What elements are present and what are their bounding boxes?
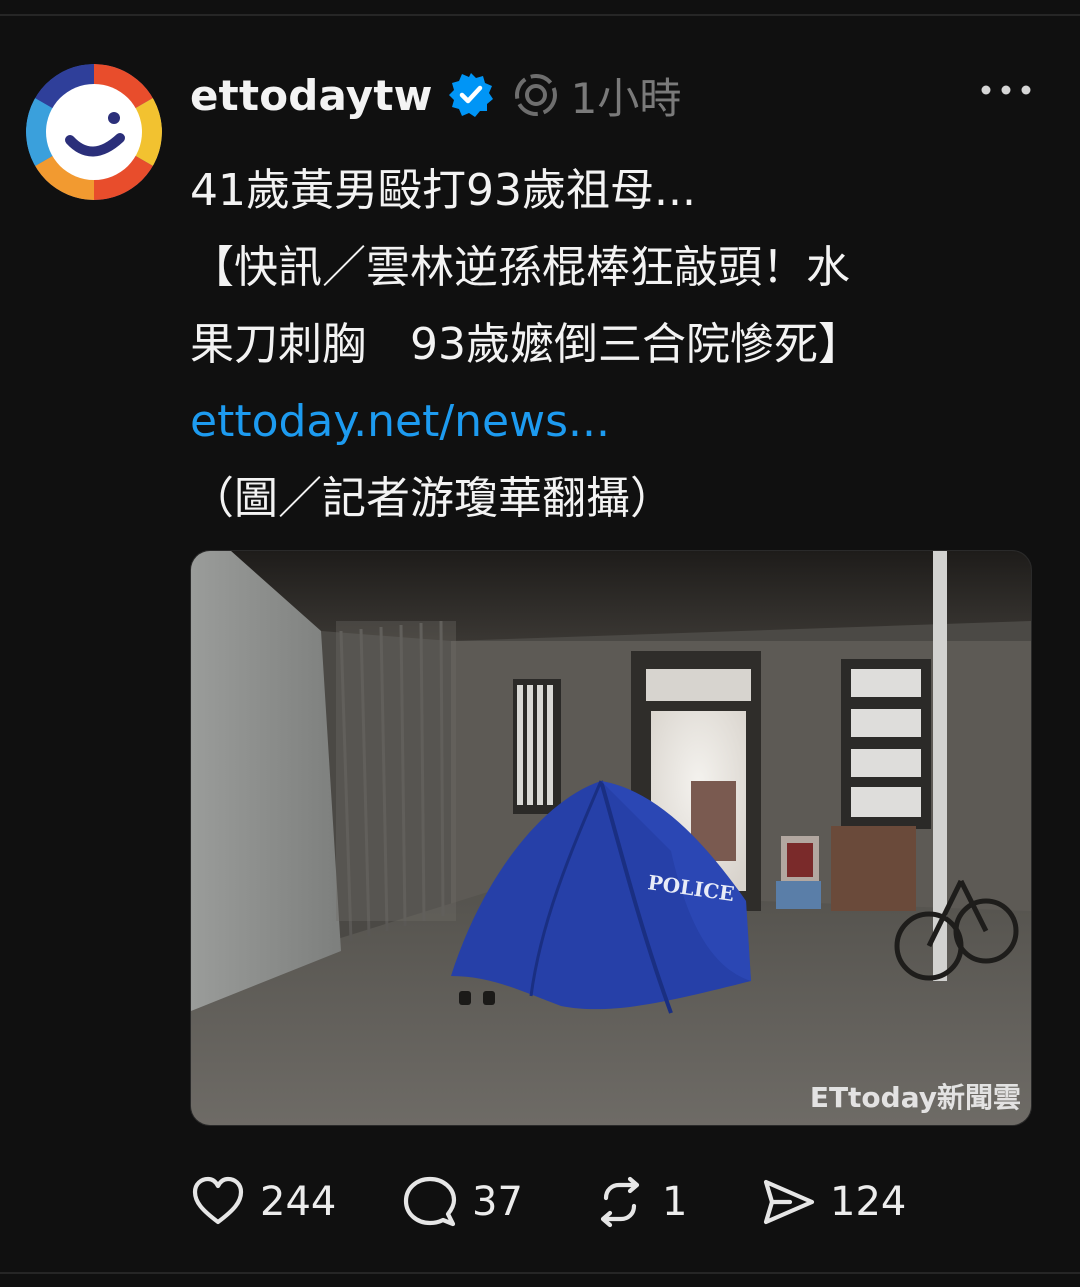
post-text-line: 果刀刺胸 93歲嬤倒三合院慘死】 (190, 319, 862, 370)
like-count: 244 (260, 1179, 337, 1225)
repost-icon (592, 1174, 648, 1230)
ai-info-icon[interactable] (513, 72, 559, 118)
more-icon[interactable] (976, 72, 1036, 108)
repost-count: 1 (662, 1179, 688, 1225)
share-count: 124 (830, 1179, 907, 1225)
post-header: ettodaytw 1小時 (190, 66, 681, 124)
avatar[interactable] (26, 64, 162, 200)
photo-caption: （圖／記者游瓊華翻攝） (190, 473, 674, 524)
post-image[interactable]: POLICE ETtoday新聞雲 (190, 550, 1032, 1126)
news-link[interactable]: ettoday.net/news... (190, 383, 1030, 460)
reply-count: 37 (472, 1179, 523, 1225)
reply-button[interactable]: 37 (402, 1170, 523, 1234)
action-bar: 244 37 1 124 (190, 1170, 1030, 1234)
heart-icon (190, 1174, 246, 1230)
verified-badge-icon (447, 71, 495, 119)
timestamp: 1小時 (570, 73, 682, 123)
top-divider (0, 14, 1080, 16)
username[interactable]: ettodaytw (190, 71, 433, 120)
share-button[interactable]: 124 (760, 1170, 906, 1234)
post-text-line: 41歲黃男毆打93歲祖母... (190, 165, 696, 216)
repost-button[interactable]: 1 (592, 1170, 687, 1234)
send-icon (760, 1174, 816, 1230)
comment-icon (402, 1174, 458, 1230)
image-watermark: ETtoday新聞雲 (810, 1081, 1021, 1114)
post-text: 41歲黃男毆打93歲祖母... 【快訊／雲林逆孫棍棒狂敲頭！水 果刀刺胸 93歲… (190, 152, 1030, 537)
post-text-line: 【快訊／雲林逆孫棍棒狂敲頭！水 (190, 242, 850, 293)
bottom-divider (0, 1272, 1080, 1274)
like-button[interactable]: 244 (190, 1170, 336, 1234)
